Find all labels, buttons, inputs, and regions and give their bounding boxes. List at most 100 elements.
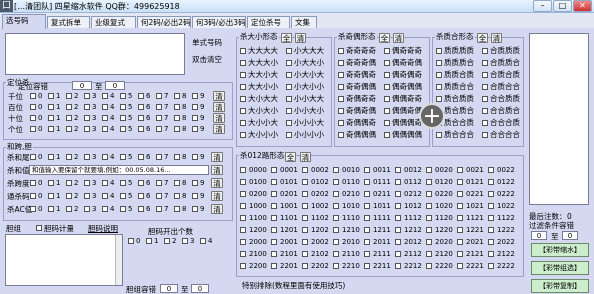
position-0-digit-checkbox[interactable] xyxy=(138,93,144,99)
jiou-item-checkbox[interactable] xyxy=(338,132,344,138)
hehe-2-digit-checkbox[interactable] xyxy=(30,180,36,186)
position-0-digit-checkbox[interactable] xyxy=(120,93,126,99)
zhihe-all-button[interactable]: 全 xyxy=(477,33,488,43)
lu012-code-checkbox[interactable] xyxy=(457,263,463,269)
lu012-code-checkbox[interactable] xyxy=(240,167,246,173)
position-0-digit-checkbox[interactable] xyxy=(102,93,108,99)
jiou-item-checkbox[interactable] xyxy=(384,72,390,78)
position-1-digit-checkbox[interactable] xyxy=(102,104,108,110)
jiou-item-checkbox[interactable] xyxy=(384,84,390,90)
lu012-code-checkbox[interactable] xyxy=(333,191,339,197)
danzu-scrollbar[interactable] xyxy=(115,235,122,285)
position-clear-button[interactable]: 清 xyxy=(213,113,225,123)
hehe-2-digit-checkbox[interactable] xyxy=(138,180,144,186)
sum-value-input[interactable]: 和值输入要保留个就要填,例如：00.05.08.16... xyxy=(29,165,209,175)
lu012-code-checkbox[interactable] xyxy=(457,251,463,257)
position-0-digit-checkbox[interactable] xyxy=(192,93,198,99)
lu012-code-checkbox[interactable] xyxy=(271,191,277,197)
position-1-digit-checkbox[interactable] xyxy=(156,104,162,110)
dan-out-checkbox[interactable] xyxy=(164,238,170,244)
hehe-3-digit-checkbox[interactable] xyxy=(156,193,162,199)
hehe-0-digit-checkbox[interactable] xyxy=(102,154,108,160)
lu012-code-checkbox[interactable] xyxy=(395,215,401,221)
lu012-code-checkbox[interactable] xyxy=(333,179,339,185)
zhihe-item-checkbox[interactable] xyxy=(436,60,442,66)
lu012-code-checkbox[interactable] xyxy=(488,203,494,209)
lu012-code-checkbox[interactable] xyxy=(426,203,432,209)
lu012-all-button[interactable]: 全 xyxy=(285,152,296,162)
hehe-0-digit-checkbox[interactable] xyxy=(174,154,180,160)
tab-select-number[interactable]: 选号码 xyxy=(2,14,46,29)
lu012-code-checkbox[interactable] xyxy=(240,215,246,221)
position-3-digit-checkbox[interactable] xyxy=(138,126,144,132)
hehe-3-digit-checkbox[interactable] xyxy=(66,193,72,199)
hehe-0-digit-checkbox[interactable] xyxy=(84,154,90,160)
jiou-item-checkbox[interactable] xyxy=(338,72,344,78)
daxiao-clear-button[interactable]: 清 xyxy=(295,33,306,43)
hehe-4-digit-checkbox[interactable] xyxy=(84,206,90,212)
lu012-code-checkbox[interactable] xyxy=(457,191,463,197)
hehe-4-digit-checkbox[interactable] xyxy=(48,206,54,212)
hehe-clear-button[interactable]: 清 xyxy=(211,152,223,162)
lu012-code-checkbox[interactable] xyxy=(426,167,432,173)
lu012-code-checkbox[interactable] xyxy=(457,227,463,233)
daxiao-item-checkbox[interactable] xyxy=(240,132,246,138)
hehe-2-digit-checkbox[interactable] xyxy=(66,180,72,186)
lu012-code-checkbox[interactable] xyxy=(426,215,432,221)
jiou-item-checkbox[interactable] xyxy=(384,48,390,54)
daxiao-all-button[interactable]: 全 xyxy=(281,33,292,43)
position-1-digit-checkbox[interactable] xyxy=(48,104,54,110)
lu012-code-checkbox[interactable] xyxy=(302,263,308,269)
position-clear-button[interactable]: 清 xyxy=(213,91,225,101)
hehe-2-digit-checkbox[interactable] xyxy=(48,180,54,186)
hehe-4-digit-checkbox[interactable] xyxy=(156,206,162,212)
lu012-code-checkbox[interactable] xyxy=(302,191,308,197)
lu012-code-checkbox[interactable] xyxy=(302,167,308,173)
jiou-item-checkbox[interactable] xyxy=(384,96,390,102)
lu012-code-checkbox[interactable] xyxy=(364,203,370,209)
lu012-code-checkbox[interactable] xyxy=(395,179,401,185)
tab-position-kill[interactable]: 定位杀号 xyxy=(247,16,290,28)
lu012-code-checkbox[interactable] xyxy=(333,203,339,209)
position-2-digit-checkbox[interactable] xyxy=(84,115,90,121)
jiou-item-checkbox[interactable] xyxy=(338,84,344,90)
zhihe-item-checkbox[interactable] xyxy=(436,96,442,102)
filter-tol-to[interactable]: 0 xyxy=(562,231,578,240)
position-clear-button[interactable]: 清 xyxy=(213,124,225,134)
position-3-digit-checkbox[interactable] xyxy=(120,126,126,132)
position-2-digit-checkbox[interactable] xyxy=(192,115,198,121)
lu012-code-checkbox[interactable] xyxy=(240,191,246,197)
lu012-code-checkbox[interactable] xyxy=(302,203,308,209)
dan-out-checkbox[interactable] xyxy=(182,238,188,244)
hehe-3-digit-checkbox[interactable] xyxy=(120,193,126,199)
lu012-code-checkbox[interactable] xyxy=(457,203,463,209)
hehe-0-digit-checkbox[interactable] xyxy=(138,154,144,160)
shrink-button[interactable]: 【彩带缩水】 xyxy=(531,243,589,257)
hehe-2-digit-checkbox[interactable] xyxy=(156,180,162,186)
lu012-code-checkbox[interactable] xyxy=(364,191,370,197)
daxiao-item-checkbox[interactable] xyxy=(240,96,246,102)
hehe-3-digit-checkbox[interactable] xyxy=(174,193,180,199)
zhihe-item-checkbox[interactable] xyxy=(482,72,488,78)
hehe-0-digit-checkbox[interactable] xyxy=(30,154,36,160)
lu012-code-checkbox[interactable] xyxy=(457,167,463,173)
daxiao-item-checkbox[interactable] xyxy=(240,84,246,90)
lu012-code-checkbox[interactable] xyxy=(457,215,463,221)
double-click-clear-label[interactable]: 双击清空 xyxy=(192,55,222,64)
lu012-code-checkbox[interactable] xyxy=(426,251,432,257)
lu012-clear-button[interactable]: 清 xyxy=(300,152,311,162)
position-3-digit-checkbox[interactable] xyxy=(84,126,90,132)
position-3-digit-checkbox[interactable] xyxy=(102,126,108,132)
lu012-code-checkbox[interactable] xyxy=(240,203,246,209)
lu012-code-checkbox[interactable] xyxy=(488,167,494,173)
hehe-clear-button[interactable]: 清 xyxy=(211,204,223,214)
group-select-button[interactable]: 【彩带组选】 xyxy=(531,261,589,275)
lu012-code-checkbox[interactable] xyxy=(271,263,277,269)
hehe-2-digit-checkbox[interactable] xyxy=(102,180,108,186)
dan-explain-link[interactable]: 胆码说明 xyxy=(88,224,118,233)
jiou-all-button[interactable]: 全 xyxy=(379,33,390,43)
lu012-code-checkbox[interactable] xyxy=(302,251,308,257)
lu012-code-checkbox[interactable] xyxy=(395,263,401,269)
lu012-code-checkbox[interactable] xyxy=(364,227,370,233)
lu012-code-checkbox[interactable] xyxy=(457,239,463,245)
